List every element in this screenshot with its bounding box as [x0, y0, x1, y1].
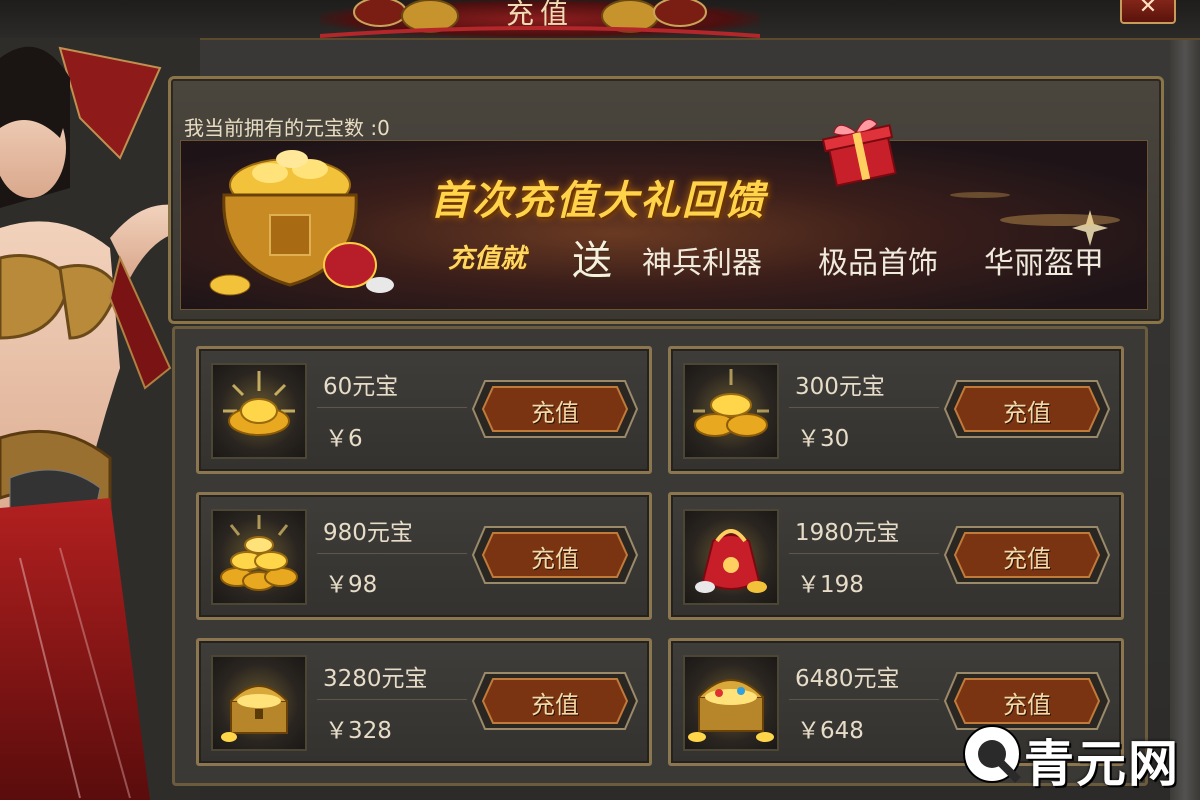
recharge-button-label: 充值	[1003, 545, 1051, 573]
recharge-button-label: 充值	[531, 545, 579, 573]
recharge-window: 充值 ✕ 我当前拥有的元宝数:0 首次充值大礼回馈 充值就 送 神兵利器 极品…	[0, 0, 1200, 800]
recharge-button-980[interactable]: 充值	[471, 525, 639, 585]
separator	[317, 553, 467, 554]
package-card-1980: 1980元宝 ￥198 充值	[668, 492, 1124, 620]
close-button[interactable]: ✕	[1120, 0, 1176, 24]
package-card-980: 980元宝 ￥98 充值	[196, 492, 652, 620]
recharge-button-label: 充值	[531, 691, 579, 719]
separator	[317, 407, 467, 408]
banner-headline: 首次充值大礼回馈	[430, 178, 766, 224]
banner-item-weapon: 神兵利器	[642, 246, 762, 281]
yuanbao-balance: 我当前拥有的元宝数 :0	[184, 116, 390, 140]
banner-item-jewelry: 极品首饰	[818, 246, 938, 281]
banner-send-text: 送	[572, 238, 612, 284]
package-name: 1980元宝	[795, 520, 900, 546]
gold-pot-icon	[209, 150, 394, 296]
separator	[789, 699, 939, 700]
separator	[789, 553, 939, 554]
package-price: ￥98	[325, 572, 378, 598]
package-name: 6480元宝	[795, 666, 900, 692]
gold-ingot-stack-icon	[683, 363, 779, 459]
package-card-300: 300元宝 ￥30 充值	[668, 346, 1124, 474]
package-card-60: 60元宝 ￥6 充值	[196, 346, 652, 474]
gift-box-icon	[821, 118, 897, 187]
banner-sub-prefix: 充值就	[448, 244, 527, 274]
recharge-button-300[interactable]: 充值	[943, 379, 1111, 439]
sparkle-decoration	[950, 192, 1120, 246]
frame-right-edge	[1170, 40, 1200, 800]
package-price: ￥648	[797, 718, 864, 744]
package-name: 300元宝	[795, 374, 885, 400]
close-icon: ✕	[1138, 0, 1158, 19]
separator	[317, 699, 467, 700]
package-price: ￥6	[325, 426, 363, 452]
single-gold-ingot-icon	[211, 363, 307, 459]
recharge-button-label: 充值	[1003, 691, 1051, 719]
recharge-button-label: 充值	[531, 399, 579, 427]
package-name: 60元宝	[323, 374, 399, 400]
watermark-text: 青元网	[1024, 735, 1180, 793]
separator	[789, 407, 939, 408]
package-name: 3280元宝	[323, 666, 428, 692]
gold-ingot-pile-icon	[211, 509, 307, 605]
large-treasure-chest-icon	[683, 655, 779, 751]
recharge-button-60[interactable]: 充值	[471, 379, 639, 439]
window-title: 充值	[505, 0, 574, 30]
recharge-button-1980[interactable]: 充值	[943, 525, 1111, 585]
package-price: ￥328	[325, 718, 392, 744]
recharge-button-3280[interactable]: 充值	[471, 671, 639, 731]
treasure-chest-icon	[211, 655, 307, 751]
package-card-3280: 3280元宝 ￥328 充值	[196, 638, 652, 766]
package-price: ￥30	[797, 426, 850, 452]
treasure-bag-icon	[683, 509, 779, 605]
recharge-button-label: 充值	[1003, 399, 1051, 427]
package-name: 980元宝	[323, 520, 413, 546]
package-price: ￥198	[797, 572, 864, 598]
